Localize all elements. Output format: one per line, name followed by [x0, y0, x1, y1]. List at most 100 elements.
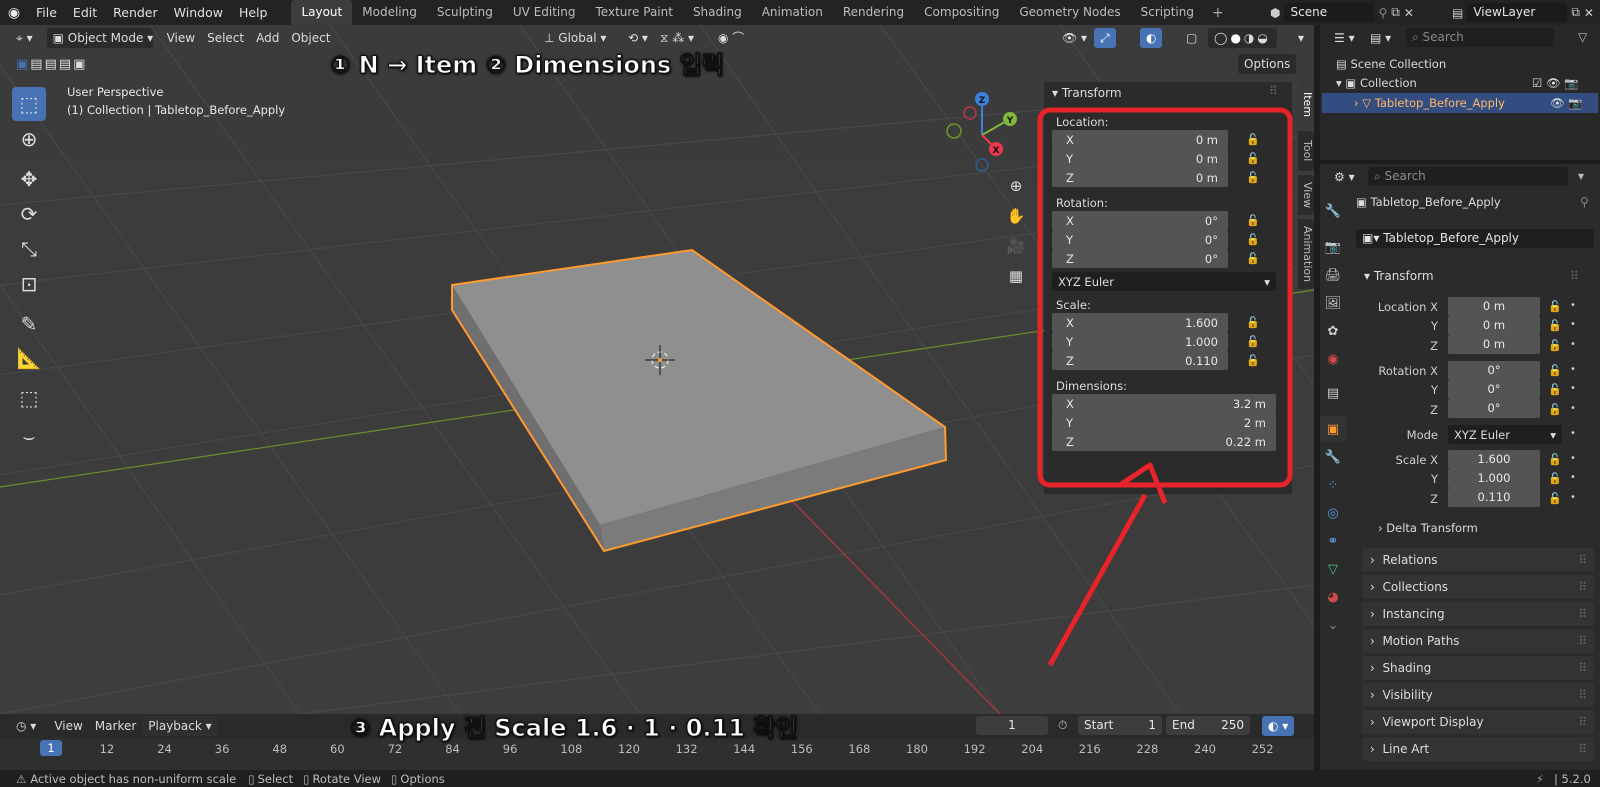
menu-view[interactable]: View: [161, 28, 201, 48]
start-frame-field[interactable]: Start 1: [1078, 716, 1162, 735]
tab-view[interactable]: View: [1298, 175, 1314, 215]
menu-object[interactable]: Object: [285, 28, 336, 48]
zoom-icon[interactable]: ⊕: [1003, 173, 1029, 199]
new-view-layer-icon[interactable]: ⧉: [1571, 5, 1580, 20]
drag-handle-icon[interactable]: ⠿: [1269, 84, 1278, 98]
material-tab-icon[interactable]: ◕: [1320, 584, 1346, 610]
props-scale-x[interactable]: 1.600: [1448, 450, 1540, 469]
tab-uv-editing[interactable]: UV Editing: [503, 0, 586, 25]
panel-motion-paths[interactable]: › Motion Paths ⠿: [1362, 629, 1594, 653]
constraints-tab-icon[interactable]: ⚭: [1320, 528, 1346, 554]
scale-y-row[interactable]: Y 1.000 🔓: [1052, 332, 1284, 351]
panel-collections[interactable]: › Collections ⠿: [1362, 575, 1594, 599]
tab-modeling[interactable]: Modeling: [352, 0, 427, 25]
xray-icon[interactable]: ▢: [1180, 28, 1203, 48]
panel-shading[interactable]: › Shading ⠿: [1362, 656, 1594, 680]
props-scale-y[interactable]: 1.000: [1448, 469, 1540, 488]
rotation-y-row[interactable]: Y 0° 🔓: [1052, 230, 1284, 249]
delete-scene-icon[interactable]: ✕: [1404, 6, 1414, 20]
tab-animation-side[interactable]: Animation: [1298, 219, 1314, 289]
keyframe-dot-icon[interactable]: •: [1570, 403, 1576, 414]
props-scale-z[interactable]: 0.110: [1448, 488, 1540, 507]
scale-z-row[interactable]: Z 0.110 🔓: [1052, 351, 1284, 370]
output-tab-icon[interactable]: 🖨: [1320, 262, 1346, 288]
dimensions-z-row[interactable]: Z 0.22 m: [1052, 432, 1284, 451]
keyframe-dot-icon[interactable]: •: [1570, 472, 1576, 483]
props-rotation-z[interactable]: 0°: [1448, 399, 1540, 418]
rotation-x-row[interactable]: X 0° 🔓: [1052, 211, 1284, 230]
props-editor-icon[interactable]: ⚙ ▾: [1328, 167, 1361, 187]
props-rotation-y[interactable]: 0°: [1448, 380, 1540, 399]
panel-relations[interactable]: › Relations ⠿: [1362, 548, 1594, 572]
playhead[interactable]: 1: [40, 740, 62, 756]
props-options-icon[interactable]: ▾: [1578, 169, 1584, 183]
lock-icon[interactable]: 🔓: [1548, 319, 1562, 332]
tab-rendering[interactable]: Rendering: [833, 0, 914, 25]
props-location-x[interactable]: 0 m: [1448, 297, 1540, 316]
menu-file[interactable]: File: [28, 0, 65, 25]
more-tabs-icon[interactable]: ⌄: [1320, 612, 1346, 638]
scene-tab-icon[interactable]: ✿: [1320, 318, 1346, 344]
props-location-y[interactable]: 0 m: [1448, 316, 1540, 335]
tab-compositing[interactable]: Compositing: [914, 0, 1009, 25]
navigation-gizmo[interactable]: Z Y X: [940, 87, 1030, 177]
extrude-tool[interactable]: ⌣: [12, 419, 46, 453]
shading-options-icon[interactable]: ▾: [1292, 28, 1310, 48]
scene-icon[interactable]: ⬢: [1270, 6, 1280, 20]
cursor-tool[interactable]: ⊕: [12, 122, 46, 156]
pin-props-icon[interactable]: ⚲: [1580, 195, 1589, 209]
rotation-z-row[interactable]: Z 0° 🔓: [1052, 249, 1284, 268]
tab-sculpting[interactable]: Sculpting: [427, 0, 503, 25]
location-x-row[interactable]: X0 m 🔓: [1052, 130, 1284, 149]
collection-tab-icon[interactable]: ▤: [1320, 380, 1346, 406]
mode-dropdown[interactable]: ▣ Object Mode ▾: [46, 28, 153, 48]
tab-geometry-nodes[interactable]: Geometry Nodes: [1009, 0, 1130, 25]
menu-help[interactable]: Help: [231, 0, 276, 25]
camera-view-icon[interactable]: 🎥: [1003, 233, 1029, 259]
panel-instancing[interactable]: › Instancing ⠿: [1362, 602, 1594, 626]
current-frame-field[interactable]: 1: [976, 716, 1048, 735]
blender-logo-icon[interactable]: ◉: [0, 5, 28, 21]
delete-view-layer-icon[interactable]: ✕: [1584, 6, 1594, 20]
data-tab-icon[interactable]: ▽: [1320, 556, 1346, 582]
menu-window[interactable]: Window: [166, 0, 231, 25]
props-location-z[interactable]: 0 m: [1448, 335, 1540, 354]
scene-name-field[interactable]: Scene: [1284, 3, 1375, 22]
menu-render[interactable]: Render: [105, 0, 166, 25]
lock-icon[interactable]: 🔓: [1548, 300, 1562, 313]
shading-modes[interactable]: ◯●◑◒: [1208, 28, 1277, 48]
view-layer-tab-icon[interactable]: 🖼: [1320, 290, 1346, 316]
new-scene-icon[interactable]: ⧉: [1391, 5, 1400, 20]
pin-icon[interactable]: ⚲: [1378, 6, 1387, 20]
tab-item[interactable]: Item: [1298, 83, 1314, 127]
measure-tool[interactable]: 📐: [12, 341, 46, 375]
lock-icon[interactable]: 🔓: [1548, 472, 1562, 485]
lock-icon[interactable]: 🔓: [1548, 339, 1562, 352]
menu-edit[interactable]: Edit: [65, 0, 105, 25]
keyframe-dot-icon[interactable]: •: [1570, 428, 1576, 439]
scale-x-row[interactable]: X 1.600 🔓: [1052, 313, 1284, 332]
visibility-icon[interactable]: 👁 ▾: [1056, 28, 1093, 48]
dimensions-y-row[interactable]: Y2 m: [1052, 413, 1284, 432]
editor-type-icon[interactable]: ⌖ ▾: [10, 28, 39, 48]
props-transform-header[interactable]: ▾ Transform: [1364, 269, 1434, 283]
add-workspace-icon[interactable]: +: [1204, 5, 1232, 21]
options-dropdown[interactable]: Options: [1238, 54, 1297, 74]
playback-dropdown[interactable]: Playback ▾: [142, 716, 218, 736]
outliner-editor-icon[interactable]: ☰ ▾: [1328, 28, 1361, 48]
lock-icon[interactable]: 🔓: [1548, 364, 1562, 377]
outliner-row-collection[interactable]: ▾ ▣ Collection ☑ 👁 📷: [1336, 76, 1600, 90]
menu-add[interactable]: Add: [250, 28, 285, 48]
view-layer-field[interactable]: ViewLayer: [1467, 3, 1568, 22]
keyframe-dot-icon[interactable]: •: [1570, 364, 1576, 375]
rotate-tool[interactable]: ⟳: [12, 197, 46, 231]
3d-viewport[interactable]: ⌖ ▾ ▣ Object Mode ▾ View Select Add Obje…: [0, 25, 1314, 714]
ortho-grid-icon[interactable]: ▦: [1003, 263, 1029, 289]
drag-handle-icon[interactable]: ⠿: [1570, 269, 1579, 283]
move-tool[interactable]: ✥: [12, 162, 46, 196]
keyframe-dot-icon[interactable]: •: [1570, 492, 1576, 503]
tab-texture-paint[interactable]: Texture Paint: [586, 0, 683, 25]
rotation-mode-dropdown[interactable]: XYZ Euler ▾: [1052, 272, 1276, 291]
add-cube-tool[interactable]: ⬚: [12, 381, 46, 415]
tab-layout[interactable]: Layout: [291, 0, 353, 25]
